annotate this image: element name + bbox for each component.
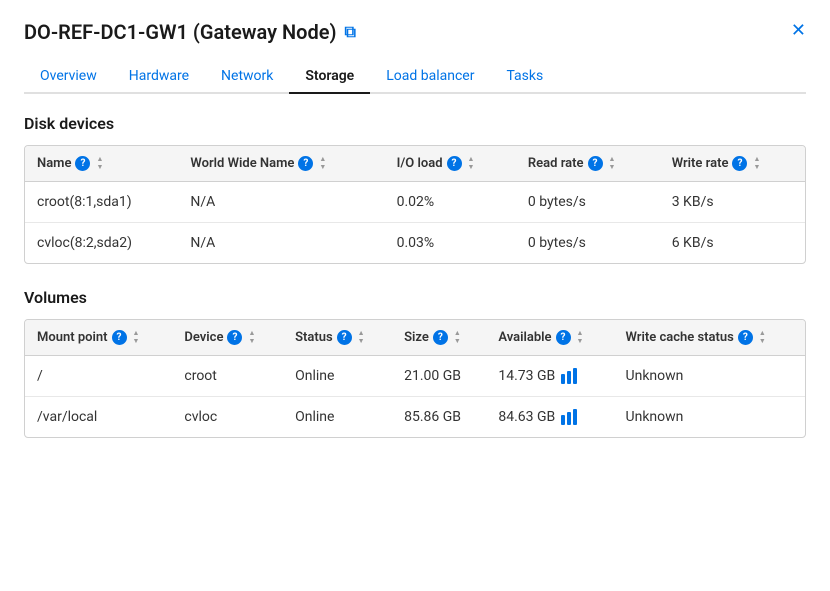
col-available: Available ? [486,320,613,356]
col-name: Name ? [25,146,178,182]
tab-tasks[interactable]: Tasks [490,60,559,94]
name-sort-icon[interactable] [96,156,103,171]
close-icon[interactable]: ✕ [791,20,806,41]
vol-device-cell: cvloc [172,397,283,438]
panel-title: DO-REF-DC1-GW1 (Gateway Node) [24,20,337,44]
write-cache-sort-icon[interactable] [759,330,766,345]
volumes-table: Mount point ? Device ? [25,320,805,437]
wwn-sort-icon[interactable] [319,156,326,171]
disk-write-rate-cell: 6 KB/s [660,223,805,264]
disk-devices-table: Name ? World Wide Name ? [25,146,805,263]
size-help-icon[interactable]: ? [433,330,448,345]
col-status: Status ? [283,320,392,356]
vol-size-cell: 21.00 GB [392,356,486,397]
available-sort-icon[interactable] [577,330,584,345]
write-cache-help-icon[interactable]: ? [738,330,753,345]
io-load-help-icon[interactable]: ? [447,156,462,171]
col-wwn: World Wide Name ? [178,146,384,182]
tab-loadbalancer[interactable]: Load balancer [370,60,490,94]
wwn-help-icon[interactable]: ? [298,156,313,171]
disk-devices-header-row: Name ? World Wide Name ? [25,146,805,182]
status-sort-icon[interactable] [358,330,365,345]
disk-devices-section-title: Disk devices [24,114,806,133]
panel-title-row: DO-REF-DC1-GW1 (Gateway Node) ⧉ [24,20,806,44]
name-help-icon[interactable]: ? [75,156,90,171]
col-mount-point: Mount point ? [25,320,172,356]
col-read-rate: Read rate ? [516,146,660,182]
write-rate-sort-icon[interactable] [753,156,760,171]
volumes-header-row: Mount point ? Device ? [25,320,805,356]
tab-storage[interactable]: Storage [289,60,370,94]
disk-devices-table-container: Name ? World Wide Name ? [24,145,806,264]
vol-write-cache-cell: Unknown [614,397,805,438]
disk-read-rate-cell: 0 bytes/s [516,182,660,223]
disk-device-row: cvloc(8:2,sda2) N/A 0.03% 0 bytes/s 6 KB… [25,223,805,264]
mount-point-help-icon[interactable]: ? [112,330,127,345]
read-rate-sort-icon[interactable] [609,156,616,171]
vol-status-cell: Online [283,397,392,438]
col-size: Size ? [392,320,486,356]
col-write-rate: Write rate ? [660,146,805,182]
tab-network[interactable]: Network [205,60,289,94]
vol-mount-point-cell: /var/local [25,397,172,438]
disk-name-cell: cvloc(8:2,sda2) [25,223,178,264]
io-load-sort-icon[interactable] [468,156,475,171]
volume-row: /var/local cvloc Online 85.86 GB 84.63 G… [25,397,805,438]
size-sort-icon[interactable] [454,330,461,345]
disk-io-load-cell: 0.02% [385,182,516,223]
disk-wwn-cell: N/A [178,223,384,264]
main-panel: DO-REF-DC1-GW1 (Gateway Node) ⧉ ✕ Overvi… [0,0,830,486]
vol-status-cell: Online [283,356,392,397]
disk-write-rate-cell: 3 KB/s [660,182,805,223]
disk-io-load-cell: 0.03% [385,223,516,264]
volume-row: / croot Online 21.00 GB 14.73 GB Unknown [25,356,805,397]
tab-bar: Overview Hardware Network Storage Load b… [24,60,806,94]
disk-read-rate-cell: 0 bytes/s [516,223,660,264]
device-sort-icon[interactable] [248,330,255,345]
device-help-icon[interactable]: ? [227,330,242,345]
volumes-section-title: Volumes [24,288,806,307]
read-rate-help-icon[interactable]: ? [588,156,603,171]
vol-available-cell: 84.63 GB [486,397,613,437]
tab-hardware[interactable]: Hardware [113,60,205,94]
write-rate-help-icon[interactable]: ? [732,156,747,171]
col-io-load: I/O load ? [385,146,516,182]
vol-mount-point-cell: / [25,356,172,397]
available-help-icon[interactable]: ? [556,330,571,345]
vol-write-cache-cell: Unknown [614,356,805,397]
col-write-cache-status: Write cache status ? [614,320,805,356]
disk-wwn-cell: N/A [178,182,384,223]
external-link-icon[interactable]: ⧉ [345,22,356,42]
mount-point-sort-icon[interactable] [133,330,140,345]
volumes-table-container: Mount point ? Device ? [24,319,806,438]
col-device: Device ? [172,320,283,356]
status-help-icon[interactable]: ? [337,330,352,345]
vol-available-cell: 14.73 GB [486,356,613,396]
bar-chart-icon[interactable] [561,409,579,425]
vol-device-cell: croot [172,356,283,397]
disk-name-cell: croot(8:1,sda1) [25,182,178,223]
vol-size-cell: 85.86 GB [392,397,486,438]
bar-chart-icon[interactable] [561,368,579,384]
tab-overview[interactable]: Overview [24,60,113,94]
disk-device-row: croot(8:1,sda1) N/A 0.02% 0 bytes/s 3 KB… [25,182,805,223]
